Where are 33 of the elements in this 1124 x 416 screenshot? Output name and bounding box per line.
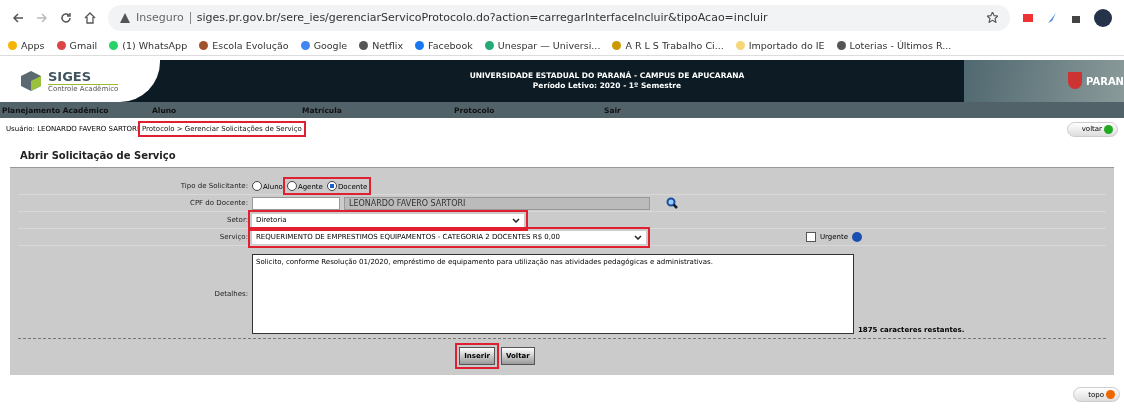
bookmark-link[interactable]: Unespar — Universi...: [484, 39, 601, 51]
bookmark-link[interactable]: A R L S Trabalho Ci...: [612, 39, 724, 51]
bookmark-link[interactable]: Loterias - Últimos R...: [836, 39, 952, 51]
avatar-icon[interactable]: [1094, 8, 1112, 27]
cpf-input[interactable]: [252, 196, 340, 210]
search-icon[interactable]: [666, 197, 678, 209]
reload-icon[interactable]: [60, 11, 72, 24]
logo-title: SIGES: [48, 69, 93, 84]
bookmark-link[interactable]: Escola Evolução: [199, 39, 289, 51]
state-logo-text: PARAN: [1086, 75, 1124, 87]
urgent-checkbox[interactable]: [805, 232, 816, 242]
extension-icon[interactable]: [1022, 11, 1034, 24]
bookmark-link[interactable]: Google: [300, 39, 348, 51]
home-icon[interactable]: [84, 11, 96, 24]
bookmark-link[interactable]: Netflix: [359, 39, 404, 51]
bookmark-link[interactable]: Importado do IE: [735, 39, 825, 51]
url-text: siges.pr.gov.br/sere_ies/gerenciarServicoProtocolo.do?action=carregarInterfaceIncluir&tipoAcao=incluir: [196, 11, 768, 24]
bookmark-link[interactable]: Gmail: [56, 39, 98, 51]
bookmark-link[interactable]: (1) WhatsApp: [109, 39, 188, 51]
name-field: LEONARDO FAVERO SARTORI: [344, 196, 650, 210]
caret-icon: [634, 234, 642, 240]
bookmark-link[interactable]: Apps: [8, 39, 45, 51]
bookmark-link[interactable]: Facebook: [415, 39, 473, 51]
caret-icon: [512, 217, 520, 223]
form-title: Abrir Solicitação de Serviço: [20, 150, 177, 161]
back-icon[interactable]: [12, 11, 24, 24]
shield-icon: [1068, 72, 1083, 90]
warning-icon: [120, 12, 130, 23]
cube-logo-icon: [20, 70, 42, 92]
address-bar[interactable]: Inseguro siges.pr.gov.br/sere_ies/gerenciarServicoProtocolo.do?action=carregarInterfaceIncluir&tipoAcao=incluir: [108, 4, 1010, 31]
security-label: Inseguro: [136, 11, 184, 24]
star-icon[interactable]: [987, 12, 998, 23]
info-icon[interactable]: [852, 232, 862, 242]
